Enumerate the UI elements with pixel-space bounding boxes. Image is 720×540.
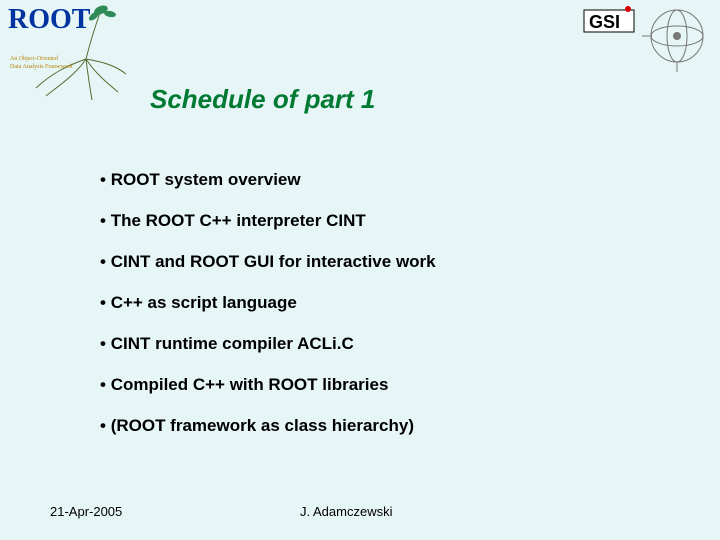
svg-text:An Object-Oriented: An Object-Oriented <box>10 56 58 62</box>
root-logo: ROOT An Object-Oriented Data Analysis Fr… <box>6 4 131 104</box>
svg-text:Data Analysis Framework: Data Analysis Framework <box>10 64 73 70</box>
gsi-logo: GSI <box>582 6 712 76</box>
list-item: C++ as script language <box>100 293 680 313</box>
footer-author: J. Adamczewski <box>300 504 392 519</box>
footer-date: 21-Apr-2005 <box>50 504 122 519</box>
bullet-list: ROOT system overview The ROOT C++ interp… <box>100 170 680 457</box>
gsi-logo-text: GSI <box>589 12 620 32</box>
list-item: Compiled C++ with ROOT libraries <box>100 375 680 395</box>
list-item: (ROOT framework as class hierarchy) <box>100 416 680 436</box>
list-item: ROOT system overview <box>100 170 680 190</box>
list-item: The ROOT C++ interpreter CINT <box>100 211 680 231</box>
slide-footer: 21-Apr-2005 J. Adamczewski <box>0 504 720 528</box>
slide-title: Schedule of part 1 <box>150 84 375 115</box>
root-logo-text: ROOT <box>8 4 91 35</box>
list-item: CINT runtime compiler ACLi.C <box>100 334 680 354</box>
list-item: CINT and ROOT GUI for interactive work <box>100 252 680 272</box>
